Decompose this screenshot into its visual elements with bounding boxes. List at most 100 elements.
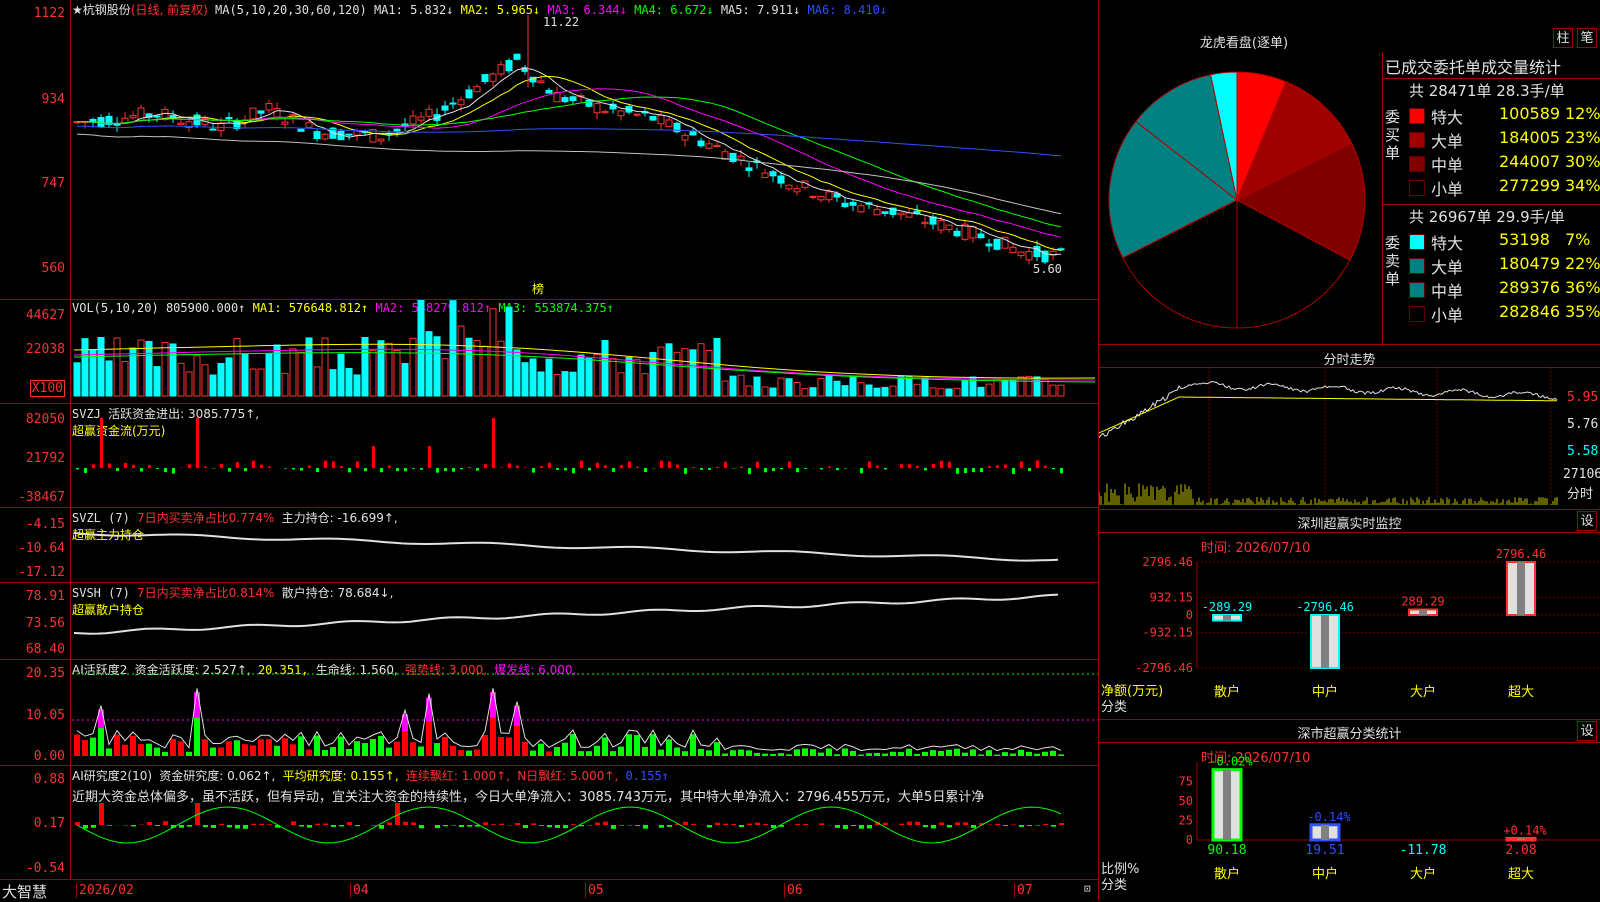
active-bar bbox=[866, 753, 872, 756]
intraday-vol-label: 分时 bbox=[1567, 483, 1593, 502]
candle bbox=[954, 231, 960, 236]
flow-bar bbox=[684, 468, 687, 474]
ma-line bbox=[77, 76, 1061, 250]
bar-value: -11.78 bbox=[1400, 843, 1447, 858]
y-tick: 0 bbox=[1186, 833, 1193, 847]
research-bar bbox=[235, 825, 240, 829]
candle bbox=[466, 90, 472, 98]
row-volume: 53198 bbox=[1499, 230, 1550, 249]
candle bbox=[858, 206, 864, 212]
candle bbox=[570, 97, 576, 101]
active-bar bbox=[138, 744, 144, 756]
active-bar bbox=[770, 754, 776, 756]
research-bar bbox=[643, 825, 648, 829]
svzj-panel[interactable]: 82050 21792 -38467 SVZJ 活跃资金进出: 3085.775… bbox=[0, 404, 1098, 508]
research-bar bbox=[355, 825, 360, 826]
volume-panel[interactable]: 44627 22038 X100 VOL(5,10,20) 805900.000… bbox=[0, 300, 1098, 404]
active-bar bbox=[954, 749, 960, 756]
flow-bar bbox=[1020, 461, 1023, 468]
research-bar bbox=[747, 824, 752, 825]
active-bar bbox=[874, 753, 880, 756]
flow-bar bbox=[172, 468, 175, 474]
bang-marker[interactable]: 榜 bbox=[532, 280, 544, 297]
flow-bar bbox=[964, 468, 967, 473]
retail-holding-line bbox=[74, 595, 1058, 634]
category-label: 散户 bbox=[1214, 684, 1240, 700]
ai-research-panel[interactable]: 0.88 0.17 -0.54 AI研究度2(10) 资金研究度: 0.062↑… bbox=[0, 766, 1098, 880]
candle bbox=[546, 90, 552, 93]
research-bar bbox=[963, 822, 968, 825]
bar-mode-button[interactable]: 柱 bbox=[1553, 28, 1573, 48]
active-bar bbox=[762, 754, 768, 756]
high-price-label: 11.22 bbox=[543, 15, 579, 29]
time-label: 06 bbox=[784, 883, 803, 898]
active-bar bbox=[594, 746, 600, 756]
kline-panel[interactable]: 1122 934 747 560 ★杭钢股份(日线, 前复权) MA(5,10,… bbox=[0, 0, 1098, 300]
ai-active-panel[interactable]: 20.35 10.05 0.00 AI活跃度2 资金活跃度: 2.527↑, 2… bbox=[0, 660, 1098, 766]
flow-bar bbox=[1036, 460, 1039, 468]
flow-bar bbox=[724, 462, 727, 468]
legend-swatch bbox=[1409, 180, 1425, 196]
volume-bar bbox=[250, 369, 256, 396]
active-bar bbox=[266, 739, 272, 756]
active-bar bbox=[274, 746, 280, 756]
volume-bar bbox=[394, 350, 400, 396]
svsh-panel[interactable]: 78.91 73.56 68.40 SVSH (7) 7日内买卖净占比0.814… bbox=[0, 583, 1098, 660]
low-price-label: 5.60 bbox=[1033, 262, 1062, 276]
volume-bar bbox=[98, 338, 104, 396]
candle bbox=[218, 123, 224, 131]
flow-bar bbox=[196, 418, 199, 468]
bar-value: 19.51 bbox=[1305, 843, 1344, 858]
research-bar bbox=[619, 825, 624, 826]
bar-value: 2796.46 bbox=[1496, 547, 1547, 561]
active-bar bbox=[578, 751, 584, 756]
sell-row: 中单28937636% bbox=[1407, 278, 1600, 300]
active-bar bbox=[458, 750, 464, 756]
research-bar bbox=[835, 825, 840, 828]
sz-monitor-panel[interactable]: 深圳超赢实时监控 设 时间: 2026/07/10 2796.46932.150… bbox=[1098, 510, 1600, 720]
flow-bar bbox=[1028, 468, 1031, 471]
active-bar bbox=[986, 750, 992, 756]
row-name: 大单 bbox=[1431, 128, 1463, 152]
tick-mode-button[interactable]: 笔 bbox=[1577, 28, 1597, 48]
intraday-panel[interactable]: 分时走势 5.95 5.76 5.58 27106 分时 bbox=[1098, 345, 1600, 510]
flow-bar bbox=[220, 464, 223, 468]
volume-bar bbox=[370, 350, 376, 396]
buy-row: 中单24400730% bbox=[1407, 152, 1600, 174]
active-bar bbox=[754, 753, 760, 756]
category-label: 超大 bbox=[1508, 685, 1534, 700]
active-bar bbox=[394, 742, 400, 756]
sz-class-panel[interactable]: 深市超赢分类统计 设 时间: 2026/07/10 7550250-0.02%9… bbox=[1098, 720, 1600, 900]
volume-bar bbox=[842, 386, 848, 396]
research-bar bbox=[219, 824, 224, 825]
active-bar bbox=[362, 743, 368, 756]
brand-logo[interactable]: 大智慧 bbox=[2, 881, 47, 902]
research-bar bbox=[523, 825, 528, 828]
research-bar bbox=[571, 824, 576, 825]
volume-bar bbox=[426, 332, 432, 396]
volume-bar bbox=[890, 386, 896, 396]
volume-bar bbox=[482, 346, 488, 396]
active-bar bbox=[258, 739, 264, 756]
active-bar bbox=[298, 736, 304, 756]
intraday-canvas bbox=[1099, 345, 1600, 510]
flow-bar bbox=[916, 466, 919, 468]
flow-bar bbox=[444, 468, 447, 471]
volume-bar bbox=[242, 354, 248, 396]
flow-bar bbox=[580, 461, 583, 468]
flow-bar bbox=[436, 468, 439, 473]
research-bar bbox=[435, 825, 440, 828]
lock-icon[interactable]: ⊡ bbox=[1084, 882, 1091, 895]
flow-bar bbox=[1012, 468, 1015, 474]
flow-bar bbox=[132, 465, 135, 468]
research-bar bbox=[683, 822, 688, 825]
row-name: 特大 bbox=[1431, 104, 1463, 128]
candle bbox=[826, 192, 832, 200]
candle bbox=[266, 104, 272, 110]
research-bar bbox=[843, 825, 848, 829]
active-bar bbox=[202, 739, 208, 756]
active-bar bbox=[218, 747, 224, 756]
candle bbox=[874, 209, 880, 214]
svzl-panel[interactable]: -4.15 -10.64 -17.12 SVZL (7) 7日内买卖净占比0.7… bbox=[0, 508, 1098, 583]
flow-bar bbox=[932, 464, 935, 468]
